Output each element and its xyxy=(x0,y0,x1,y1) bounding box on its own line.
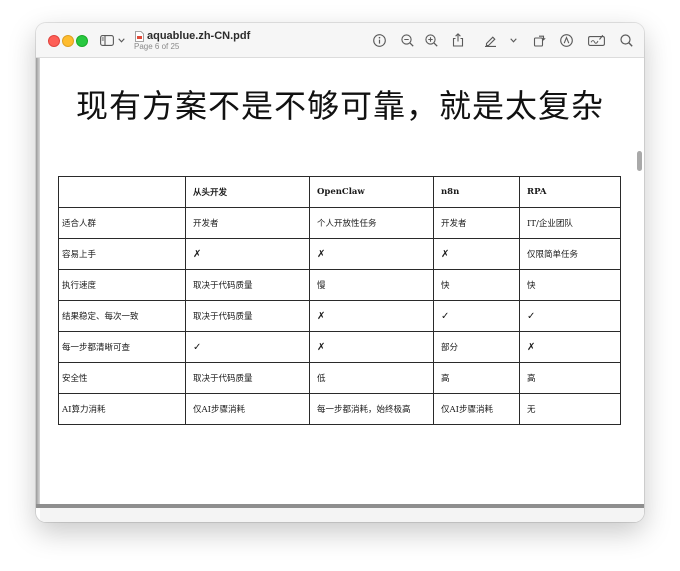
rotate-icon xyxy=(533,35,546,47)
header-cell: n8n xyxy=(433,176,520,208)
chevron-down-icon xyxy=(509,37,517,43)
header-cell xyxy=(58,176,186,208)
row-label: 每一步都清晰可查 xyxy=(58,331,186,363)
pdf-document-icon xyxy=(135,31,144,42)
title-bar: aquablue.zh-CN.pdf Page 6 of 25 xyxy=(36,23,644,58)
comparison-table: 从头开发 OpenClaw n8n RPA 适合人群 开发者 个人开放性任务 开… xyxy=(58,176,621,425)
row-label: 执行速度 xyxy=(58,269,186,301)
table-cell: 个人开放性任务 xyxy=(309,207,434,239)
table-cell: ✗ xyxy=(309,300,434,332)
header-cell: 从头开发 xyxy=(185,176,310,208)
vertical-scrollbar-thumb[interactable] xyxy=(637,151,642,171)
row-label: AI算力消耗 xyxy=(58,393,186,425)
row-label: 安全性 xyxy=(58,362,186,394)
signature-form-icon xyxy=(587,34,605,46)
share-icon xyxy=(452,33,464,47)
next-page-area xyxy=(40,508,644,522)
preview-window: aquablue.zh-CN.pdf Page 6 of 25 现有方案不是不够… xyxy=(36,23,644,522)
share-button[interactable] xyxy=(449,30,467,50)
highlight-options-button[interactable] xyxy=(508,30,518,50)
minimize-window-button[interactable] xyxy=(62,35,74,47)
table-cell: 部分 xyxy=(433,331,520,363)
row-label: 结果稳定、每次一致 xyxy=(58,300,186,332)
table-cell: 取决于代码质量 xyxy=(185,300,310,332)
chevron-down-icon xyxy=(117,37,125,43)
highlight-button[interactable] xyxy=(481,30,499,50)
table-cell: 低 xyxy=(309,362,434,394)
search-icon xyxy=(619,33,633,47)
table-cell: ✗ xyxy=(309,331,434,363)
table-cell: ✗ xyxy=(433,238,520,270)
info-icon xyxy=(372,33,386,47)
row-label: 容易上手 xyxy=(58,238,186,270)
close-window-button[interactable] xyxy=(48,35,60,47)
rotate-button[interactable] xyxy=(530,30,548,50)
zoom-window-button[interactable] xyxy=(76,35,88,47)
row-label: 适合人群 xyxy=(58,207,186,239)
table-row: 安全性 取决于代码质量 低 高 高 xyxy=(58,362,621,394)
table-row: 结果稳定、每次一致 取决于代码质量 ✗ ✓ ✓ xyxy=(58,300,621,332)
table-cell: 每一步都消耗，始终极高 xyxy=(309,393,434,425)
zoom-out-button[interactable] xyxy=(398,30,416,50)
markup-icon xyxy=(559,33,573,47)
table-cell: 高 xyxy=(433,362,520,394)
zoom-out-icon xyxy=(400,33,414,47)
table-row: 每一步都清晰可查 ✓ ✗ 部分 ✗ xyxy=(58,331,621,363)
table-cell: ✗ xyxy=(519,331,621,363)
table-row: 适合人群 开发者 个人开放性任务 开发者 IT/企业团队 xyxy=(58,207,621,239)
table-header-row: 从头开发 OpenClaw n8n RPA xyxy=(58,176,621,208)
table-cell: 无 xyxy=(519,393,621,425)
table-cell: 仅限简单任务 xyxy=(519,238,621,270)
table-cell: 仅AI步骤消耗 xyxy=(433,393,520,425)
table-cell: 开发者 xyxy=(433,207,520,239)
zoom-in-button[interactable] xyxy=(422,30,440,50)
table-cell: ✓ xyxy=(433,300,520,332)
table-row: 执行速度 取决于代码质量 慢 快 快 xyxy=(58,269,621,301)
table-cell: ✗ xyxy=(309,238,434,270)
header-cell: OpenClaw xyxy=(309,176,434,208)
table-cell: 取决于代码质量 xyxy=(185,362,310,394)
markup-button[interactable] xyxy=(557,30,575,50)
document-title: aquablue.zh-CN.pdf xyxy=(147,30,251,42)
table-cell: 快 xyxy=(433,269,520,301)
table-cell: 高 xyxy=(519,362,621,394)
page-indicator: Page 6 of 25 xyxy=(134,42,180,51)
table-row: 容易上手 ✗ ✗ ✗ 仅限简单任务 xyxy=(58,238,621,270)
slide-title: 现有方案不是不够可靠，就是太复杂 xyxy=(75,87,604,125)
table-row: AI算力消耗 仅AI步骤消耗 每一步都消耗，始终极高 仅AI步骤消耗 无 xyxy=(58,393,621,425)
highlight-pen-icon xyxy=(484,35,496,47)
sidebar-icon xyxy=(100,34,114,46)
sidebar-options-button[interactable] xyxy=(116,30,126,50)
table-cell: ✗ xyxy=(185,238,310,270)
form-fill-button[interactable] xyxy=(585,30,607,50)
sidebar-toggle-button[interactable] xyxy=(98,30,116,50)
table-cell: IT/企业团队 xyxy=(519,207,621,239)
info-button[interactable] xyxy=(370,30,388,50)
table-cell: 取决于代码质量 xyxy=(185,269,310,301)
search-button[interactable] xyxy=(617,30,635,50)
table-cell: 快 xyxy=(519,269,621,301)
table-cell: 开发者 xyxy=(185,207,310,239)
table-cell: 慢 xyxy=(309,269,434,301)
table-cell: ✓ xyxy=(519,300,621,332)
zoom-in-icon xyxy=(424,33,438,47)
table-cell: 仅AI步骤消耗 xyxy=(185,393,310,425)
header-cell: RPA xyxy=(519,176,621,208)
table-cell: ✓ xyxy=(185,331,310,363)
